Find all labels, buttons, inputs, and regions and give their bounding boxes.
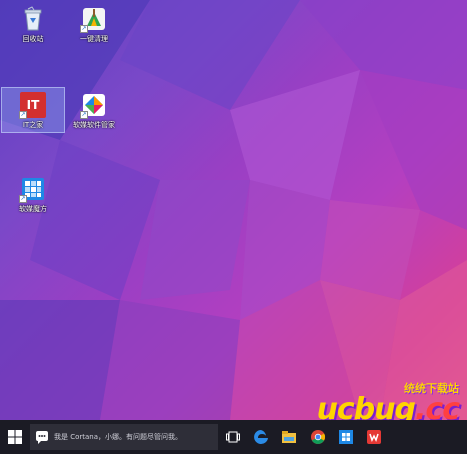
task-view-icon [226,431,240,443]
desktop-icon-label: 一键清理 [80,35,108,43]
desktop-icon-rubik[interactable]: ↗ 软媒魔方 [2,172,64,214]
desktop[interactable]: 回收站 ↗ 一键清理 IT ↗ IT之家 ↗ 软媒软件管家 ↗ 软媒魔方 统统下… [0,0,467,420]
wps-icon [367,430,381,444]
desktop-icon-label: IT之家 [22,121,44,129]
file-explorer-icon [282,431,296,443]
shortcut-arrow-icon: ↗ [80,25,88,33]
desktop-icon-recycle-bin[interactable]: 回收站 [2,2,64,44]
recycle-bin-icon [20,6,46,32]
task-view-button[interactable] [222,420,244,454]
wallpaper [0,0,467,420]
file-explorer-button[interactable] [278,420,300,454]
desktop-icon-ithome[interactable]: IT ↗ IT之家 [1,87,65,133]
watermark: 统统下载站 ucbug.cc [317,380,460,421]
watermark-suffix: .cc [415,392,460,421]
desktop-icon-label: 回收站 [22,35,44,43]
store-icon [339,430,353,444]
cortana-icon [36,431,48,444]
watermark-brand: ucbug [316,392,416,421]
shortcut-arrow-icon: ↗ [19,195,27,203]
desktop-icon-label: 软媒软件管家 [73,121,115,129]
desktop-icon-label: 软媒魔方 [19,205,47,213]
wps-button[interactable] [362,420,386,454]
shortcut-arrow-icon: ↗ [80,111,88,119]
store-button[interactable] [334,420,358,454]
chrome-icon [311,430,325,444]
desktop-icon-one-click-clean[interactable]: ↗ 一键清理 [63,2,125,44]
start-icon [8,430,22,444]
edge-button[interactable] [250,420,272,454]
broom-cleaner-icon: ↗ [80,6,107,33]
rubik-cube-icon: ↗ [19,176,46,203]
start-button[interactable] [0,420,30,454]
cortana-search-box[interactable]: 我是 Cortana，小娜。有问题尽管问我。 [30,424,218,450]
search-placeholder: 我是 Cortana，小娜。有问题尽管问我。 [54,433,183,441]
shortcut-arrow-icon: ↗ [19,111,27,119]
watermark-logo: ucbug.cc [317,395,460,421]
ithome-icon: IT ↗ [19,92,46,119]
chrome-button[interactable] [306,420,330,454]
taskbar: 我是 Cortana，小娜。有问题尽管问我。 [0,420,467,454]
edge-icon [254,430,268,444]
desktop-icon-software-manager[interactable]: ↗ 软媒软件管家 [63,88,125,130]
software-manager-icon: ↗ [80,92,107,119]
